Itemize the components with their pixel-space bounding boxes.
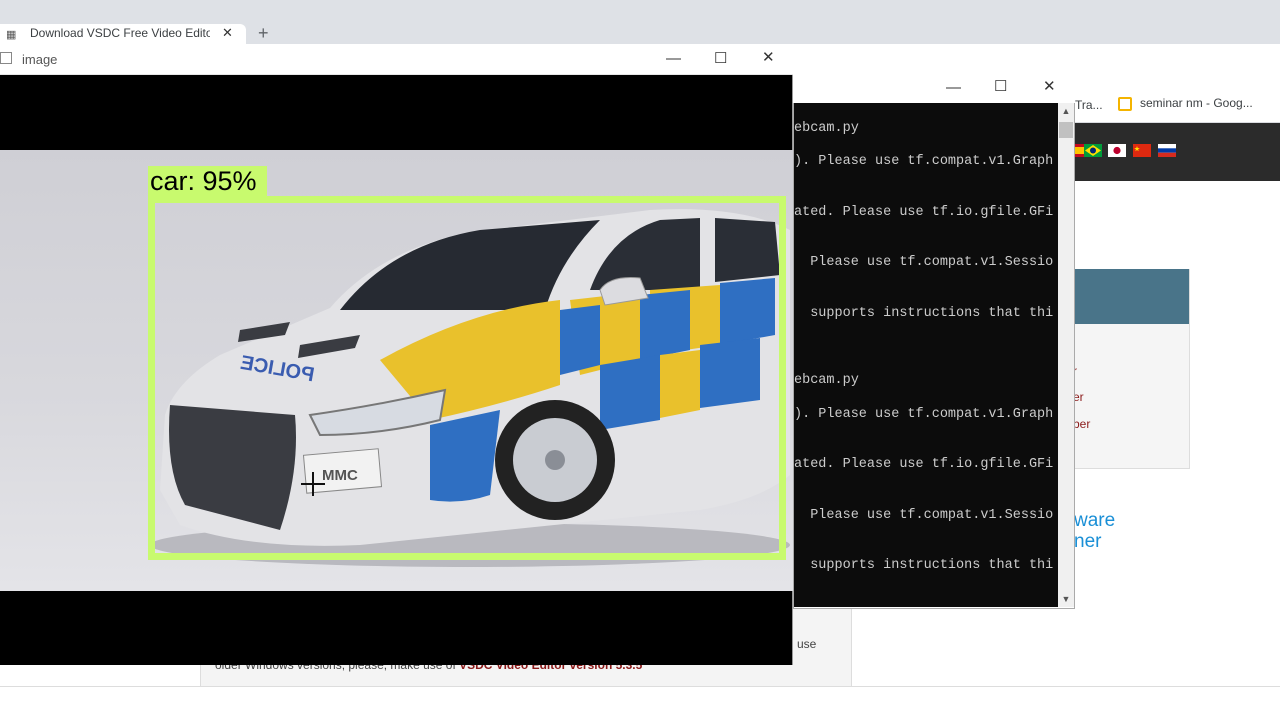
bookmark-tra[interactable]: Tra... bbox=[1075, 98, 1103, 112]
console-line: ). Please use tf.compat.v1.Graph bbox=[794, 407, 1054, 422]
image-minimize-button[interactable]: — bbox=[666, 51, 681, 66]
image-close-button[interactable]: ✕ bbox=[762, 50, 775, 65]
software-heading-line-2: ner bbox=[1074, 531, 1102, 552]
console-line: supports instructions that thi bbox=[794, 306, 1054, 321]
panel-link-3[interactable]: ber bbox=[1073, 417, 1090, 431]
image-window-title: image bbox=[22, 52, 58, 67]
console-line: ated. Please use tf.io.gfile.GFi bbox=[794, 205, 1054, 220]
bookmark-seminar[interactable]: seminar nm - Goog... bbox=[1118, 96, 1253, 111]
crosshair-cursor-icon bbox=[301, 483, 325, 485]
detection-label: car: 95% bbox=[150, 166, 257, 196]
software-heading-line-1: ware bbox=[1074, 510, 1116, 531]
tab-close-icon[interactable]: ✕ bbox=[222, 25, 233, 41]
google-slides-icon bbox=[1118, 96, 1132, 111]
console-close-button[interactable]: ✕ bbox=[1043, 79, 1056, 94]
flag-brazil-icon[interactable] bbox=[1084, 144, 1102, 157]
scrollbar-thumb[interactable] bbox=[1059, 122, 1073, 138]
console-line: ebcam.py bbox=[794, 373, 859, 388]
scroll-down-arrow-icon[interactable]: ▼ bbox=[1058, 594, 1074, 604]
console-line: ebcam.py bbox=[794, 121, 859, 136]
console-line: Please use tf.compat.v1.Sessio bbox=[794, 255, 1054, 270]
console-titlebar[interactable]: — ☐ ✕ bbox=[793, 71, 1075, 103]
bookmark-seminar-label: seminar nm - Goog... bbox=[1140, 96, 1253, 110]
console-line: supports instructions that thi bbox=[794, 558, 1054, 573]
detection-bounding-box bbox=[148, 196, 786, 560]
new-tab-button[interactable]: + bbox=[258, 24, 269, 42]
use-text: use bbox=[797, 637, 817, 651]
console-line: ). Please use tf.compat.v1.Graph bbox=[794, 154, 1054, 169]
browser-tab-title: Download VSDC Free Video Edito bbox=[30, 26, 210, 40]
flag-russia-icon[interactable] bbox=[1158, 144, 1176, 157]
browser-tab[interactable]: ▦ Download VSDC Free Video Edito ✕ bbox=[0, 24, 246, 44]
console-maximize-button[interactable]: ☐ bbox=[994, 79, 1007, 94]
flag-japan-icon[interactable] bbox=[1108, 144, 1126, 157]
console-output[interactable]: ebcam.py ). Please use tf.compat.v1.Grap… bbox=[794, 103, 1058, 607]
image-window-icon bbox=[0, 52, 12, 64]
image-maximize-button[interactable]: ☐ bbox=[714, 51, 727, 66]
console-minimize-button[interactable]: — bbox=[946, 80, 961, 95]
console-line: ated. Please use tf.io.gfile.GFi bbox=[794, 457, 1054, 472]
flag-china-icon[interactable] bbox=[1133, 144, 1151, 157]
page-favicon-icon: ▦ bbox=[6, 29, 17, 41]
scroll-up-arrow-icon[interactable]: ▲ bbox=[1058, 106, 1074, 116]
page-footer bbox=[0, 686, 1280, 721]
console-line: Please use tf.compat.v1.Sessio bbox=[794, 508, 1054, 523]
console-scrollbar[interactable] bbox=[1058, 103, 1074, 607]
image-window-titlebar[interactable]: — ☐ ✕ bbox=[0, 44, 793, 75]
